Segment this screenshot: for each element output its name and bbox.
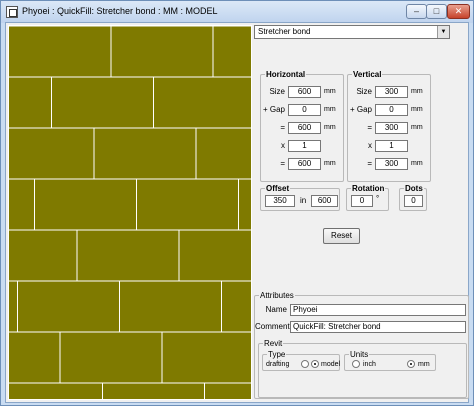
offset-group: Offset 350 in 600 — [260, 184, 340, 211]
vertical-size-unit: mm — [411, 88, 423, 95]
type-legend: Type — [267, 350, 287, 359]
rotation-group: Rotation 0 ° — [346, 184, 389, 211]
drafting-radio[interactable] — [301, 360, 309, 368]
chevron-down-icon[interactable]: ▼ — [437, 26, 449, 38]
units-legend: Units — [349, 350, 370, 359]
vertical-gap-input[interactable]: 0 — [375, 104, 408, 116]
rotation-degree-unit: ° — [376, 194, 380, 203]
horizontal-result-unit: mm — [324, 160, 336, 167]
vertical-total-unit: mm — [411, 124, 423, 131]
horizontal-total-unit: mm — [324, 124, 336, 131]
horizontal-gap-unit: mm — [324, 106, 336, 113]
horizontal-total-field: 600 — [288, 122, 321, 134]
model-label: model — [321, 361, 341, 368]
horizontal-size-input[interactable]: 600 — [288, 86, 321, 98]
hatch-preview — [8, 25, 252, 400]
comment-label: Comment — [255, 322, 290, 331]
dots-group: Dots 0 — [399, 184, 427, 211]
revit-group: Revit Type drafting model Units inch mm — [258, 339, 467, 398]
window-title: Phyoei : QuickFill: Stretcher bond : MM … — [22, 6, 218, 16]
horizontal-result-field: 600 — [288, 158, 321, 170]
rotation-input[interactable]: 0 — [351, 195, 373, 207]
minimize-button[interactable]: – — [406, 4, 427, 19]
inch-label: inch — [363, 361, 376, 368]
vertical-group: Vertical Size 300 mm + Gap 0 mm = 300 mm… — [347, 70, 431, 182]
close-button[interactable]: ✕ — [447, 4, 470, 19]
pattern-dropdown-value: Stretcher bond — [258, 27, 311, 36]
horizontal-legend: Horizontal — [265, 70, 307, 79]
horizontal-gap-input[interactable]: 0 — [288, 104, 321, 116]
vertical-x-label: x — [368, 141, 372, 150]
vertical-eq-label: = — [367, 123, 372, 132]
units-group: Units inch mm — [344, 350, 436, 371]
dots-legend: Dots — [404, 184, 424, 193]
horizontal-x-label: x — [281, 141, 285, 150]
hatch-pattern — [9, 26, 251, 399]
app-window: Phyoei : QuickFill: Stretcher bond : MM … — [0, 0, 474, 406]
vertical-size-label: Size — [356, 87, 372, 96]
name-input[interactable]: Phyoei — [290, 304, 466, 316]
rotation-legend: Rotation — [351, 184, 386, 193]
horizontal-eq-label: = — [280, 123, 285, 132]
drafting-label: drafting — [266, 361, 290, 368]
vertical-result-unit: mm — [411, 160, 423, 167]
name-label: Name — [265, 305, 287, 314]
horizontal-gap-label: + Gap — [262, 105, 285, 114]
offset-input[interactable]: 350 — [265, 195, 295, 207]
mm-radio[interactable] — [407, 360, 415, 368]
vertical-total-field: 300 — [375, 122, 408, 134]
title-bar[interactable]: Phyoei : QuickFill: Stretcher bond : MM … — [1, 1, 473, 23]
dots-input[interactable]: 0 — [404, 195, 423, 207]
dialog-body: Stretcher bond ▼ Horizontal Size 600 mm … — [5, 22, 469, 403]
horizontal-size-unit: mm — [324, 88, 336, 95]
horizontal-eq2-label: = — [280, 159, 285, 168]
offset-in-label: in — [300, 196, 307, 205]
vertical-size-input[interactable]: 300 — [375, 86, 408, 98]
vertical-legend: Vertical — [352, 70, 383, 79]
horizontal-size-label: Size — [269, 87, 285, 96]
vertical-gap-unit: mm — [411, 106, 423, 113]
reset-button[interactable]: Reset — [323, 228, 360, 244]
offset-of-input[interactable]: 600 — [311, 195, 338, 207]
horizontal-group: Horizontal Size 600 mm + Gap 0 mm = 600 … — [260, 70, 344, 182]
pattern-dropdown[interactable]: Stretcher bond ▼ — [254, 25, 450, 39]
vertical-eq2-label: = — [367, 159, 372, 168]
vertical-count-input[interactable]: 1 — [375, 140, 408, 152]
offset-legend: Offset — [265, 184, 291, 193]
revit-legend: Revit — [263, 339, 284, 348]
horizontal-count-input[interactable]: 1 — [288, 140, 321, 152]
attributes-legend: Attributes — [259, 291, 295, 300]
vertical-result-field: 300 — [375, 158, 408, 170]
type-group: Type drafting model — [262, 350, 341, 371]
attributes-group: Attributes Name Phyoei Comment QuickFill… — [254, 291, 469, 399]
inch-radio[interactable] — [352, 360, 360, 368]
mm-label: mm — [418, 361, 430, 368]
maximize-button[interactable]: □ — [426, 4, 447, 19]
model-radio[interactable] — [311, 360, 319, 368]
app-icon — [6, 6, 18, 18]
vertical-gap-label: + Gap — [349, 105, 372, 114]
settings-panel: Stretcher bond ▼ Horizontal Size 600 mm … — [252, 23, 470, 402]
comment-input[interactable]: QuickFill: Stretcher bond — [290, 321, 466, 333]
